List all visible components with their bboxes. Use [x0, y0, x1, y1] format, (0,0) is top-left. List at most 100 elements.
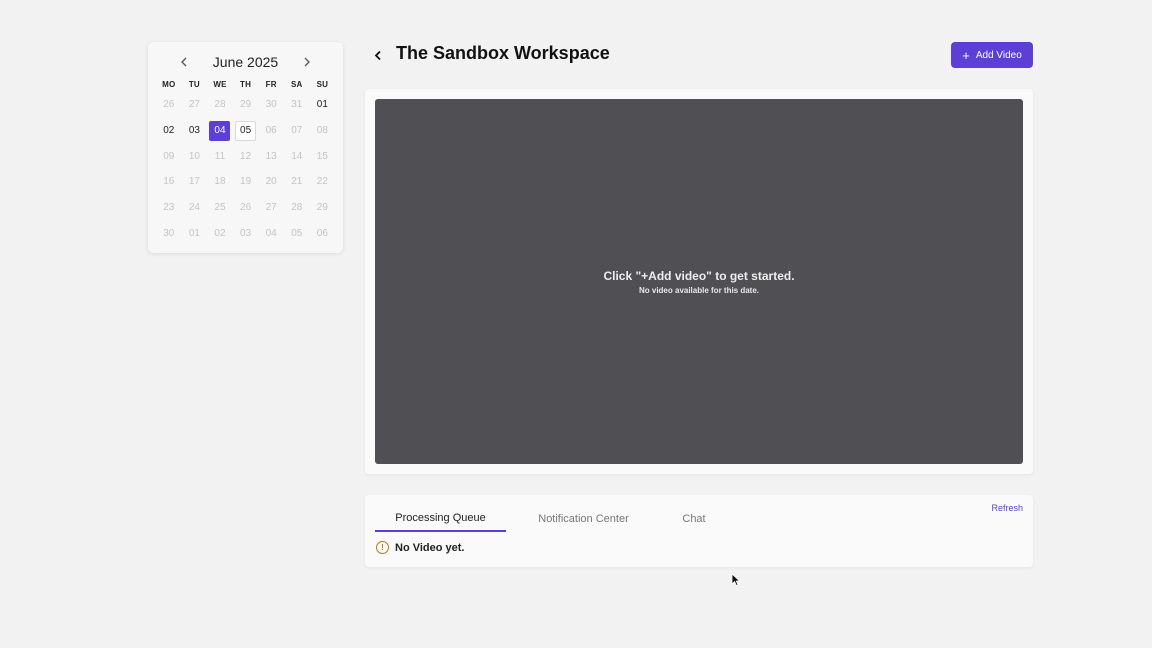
calendar-day[interactable]: 29	[310, 195, 336, 221]
tab-chat[interactable]: Chat	[661, 505, 727, 532]
chevron-left-icon	[374, 50, 381, 60]
page-title: The Sandbox Workspace	[396, 43, 610, 63]
add-video-label: Add Video	[975, 49, 1022, 61]
calendar-day[interactable]: 24	[182, 195, 208, 221]
calendar-day[interactable]: 14	[284, 143, 310, 169]
prev-month-button[interactable]	[176, 54, 192, 70]
video-player[interactable]: Click "+Add video" to get started. No vi…	[375, 99, 1023, 464]
calendar-day[interactable]: 09	[156, 143, 182, 169]
calendar-day[interactable]: 16	[156, 169, 182, 195]
calendar-day[interactable]: 23	[156, 195, 182, 221]
plus-icon: +	[962, 47, 970, 63]
calendar-day-label: 04	[209, 120, 231, 141]
calendar-day-label: 16	[163, 176, 175, 188]
calendar-day[interactable]: 27	[258, 195, 284, 221]
calendar-day[interactable]: 03	[182, 118, 208, 144]
calendar-day[interactable]: 28	[207, 92, 233, 118]
calendar-day-label: 22	[316, 176, 328, 188]
back-button[interactable]	[370, 46, 386, 64]
calendar-day-label: 27	[188, 99, 200, 111]
calendar-day[interactable]: 20	[258, 169, 284, 195]
calendar-day[interactable]: 22	[310, 169, 336, 195]
add-video-button[interactable]: + Add Video	[951, 42, 1033, 68]
calendar-day[interactable]: 28	[284, 195, 310, 221]
calendar-day-label: 02	[214, 227, 226, 239]
calendar-day-label: 05	[235, 120, 257, 141]
calendar-day[interactable]: 26	[233, 195, 259, 221]
video-empty-subtitle: No video available for this date.	[638, 285, 760, 295]
calendar-day[interactable]: 10	[182, 143, 208, 169]
calendar-day[interactable]: 30	[156, 220, 182, 246]
calendar-day[interactable]: 04	[258, 220, 284, 246]
calendar-day-label: 02	[163, 125, 175, 137]
calendar-day[interactable]: 05	[284, 220, 310, 246]
calendar-day-label: 31	[291, 99, 303, 111]
calendar-day-label: 30	[265, 99, 277, 111]
calendar-day[interactable]: 31	[284, 92, 310, 118]
calendar-day-label: 19	[240, 176, 252, 188]
next-month-button[interactable]	[299, 54, 315, 70]
calendar-day-label: 09	[163, 150, 175, 162]
calendar-day[interactable]: 11	[207, 143, 233, 169]
chevron-right-icon	[304, 57, 310, 67]
calendar-day-label: 03	[188, 125, 200, 137]
calendar-day[interactable]: 01	[310, 92, 336, 118]
calendar-day[interactable]: 03	[233, 220, 259, 246]
weekday-header: WE	[213, 80, 227, 89]
calendar-day[interactable]: 06	[258, 118, 284, 144]
calendar-day-label: 26	[163, 99, 175, 111]
queue-tabs: Processing Queue Notification Center Cha…	[375, 505, 1023, 532]
calendar-day[interactable]: 06	[310, 220, 336, 246]
video-card: Click "+Add video" to get started. No vi…	[365, 89, 1033, 474]
calendar-day-label: 29	[240, 99, 252, 111]
calendar-day-label: 20	[265, 176, 277, 188]
calendar-day-label: 04	[265, 227, 277, 239]
weekday-header: TH	[240, 80, 252, 89]
tab-notification-center[interactable]: Notification Center	[506, 505, 661, 532]
calendar-day[interactable]: 30	[258, 92, 284, 118]
calendar-day[interactable]: 17	[182, 169, 208, 195]
calendar-day[interactable]: 19	[233, 169, 259, 195]
queue-panel: Processing Queue Notification Center Cha…	[365, 495, 1033, 567]
weekday-header: FR	[265, 80, 277, 89]
video-empty-title: Click "+Add video" to get started.	[603, 268, 795, 283]
weekday-header: SU	[316, 80, 329, 89]
calendar-day[interactable]: 25	[207, 195, 233, 221]
calendar-day-label: 24	[188, 202, 200, 214]
calendar-day-label: 08	[316, 125, 328, 137]
calendar-day[interactable]: 08	[310, 118, 336, 144]
calendar-day[interactable]: 04	[207, 118, 233, 144]
calendar-day-label: 30	[163, 227, 175, 239]
calendar-day[interactable]: 21	[284, 169, 310, 195]
calendar-day-label: 11	[214, 150, 226, 162]
calendar-day-label: 28	[291, 202, 303, 214]
calendar-day-label: 10	[188, 150, 200, 162]
queue-empty-text: No Video yet.	[395, 541, 465, 554]
calendar-day-label: 06	[265, 125, 277, 137]
tab-processing-queue[interactable]: Processing Queue	[375, 505, 506, 532]
calendar-day[interactable]: 05	[233, 118, 259, 144]
calendar-day[interactable]: 02	[156, 118, 182, 144]
calendar-day[interactable]: 13	[258, 143, 284, 169]
calendar-day[interactable]: 07	[284, 118, 310, 144]
calendar-day-label: 26	[240, 202, 252, 214]
calendar-day-label: 15	[316, 150, 328, 162]
calendar-day-label: 13	[265, 150, 277, 162]
calendar-day[interactable]: 02	[207, 220, 233, 246]
weekday-header: MO	[162, 80, 176, 89]
calendar-day-label: 25	[214, 202, 226, 214]
calendar-day[interactable]: 29	[233, 92, 259, 118]
calendar-day[interactable]: 26	[156, 92, 182, 118]
calendar-day[interactable]: 27	[182, 92, 208, 118]
calendar-day[interactable]: 15	[310, 143, 336, 169]
calendar-day-label: 03	[240, 227, 252, 239]
calendar-day[interactable]: 18	[207, 169, 233, 195]
calendar-day[interactable]: 12	[233, 143, 259, 169]
refresh-button[interactable]: Refresh	[991, 503, 1023, 513]
calendar-day-label: 18	[214, 176, 226, 188]
calendar-grid: MO TU WE TH FR SA SU 26 27 28 29 30 31 01 02 03 04 05 06 07…	[156, 78, 335, 246]
weekday-header: TU	[188, 80, 200, 89]
calendar-day-label: 17	[188, 176, 200, 188]
calendar-day-label: 01	[188, 227, 200, 239]
calendar-day[interactable]: 01	[182, 220, 208, 246]
